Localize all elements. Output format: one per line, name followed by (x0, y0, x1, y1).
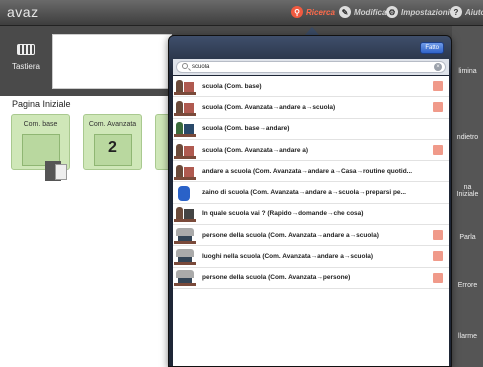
back-button[interactable]: ndietro (452, 134, 483, 141)
search-popover: Fatto × scuola (Com. base) scuola (Com. … (168, 35, 452, 367)
message-box[interactable] (52, 34, 172, 89)
symbol-thumbnail (174, 77, 196, 96)
search-icon: ⚲ (291, 6, 303, 18)
symbol-thumbnail (174, 247, 196, 266)
symbol-thumbnail (174, 226, 196, 245)
symbol-thumbnail (174, 162, 196, 181)
keyboard-button[interactable]: Tastiera (4, 44, 48, 71)
gear-icon: ⚙ (386, 6, 398, 18)
result-row[interactable]: andare a scuola (Com. Avanzata→andare a→… (173, 161, 449, 183)
nav-search-label: Ricerca (306, 7, 335, 17)
speak-button[interactable]: Parla (452, 234, 483, 241)
error-button[interactable]: Errore (452, 282, 483, 289)
folder-tag-icon (433, 144, 443, 155)
nav-help-button[interactable]: ? Aiuto (450, 6, 483, 18)
top-bar: avaz ⚲ Ricerca ✎ Modifica ⚙ Impostazioni… (0, 0, 483, 26)
result-label: scuola (Com. base) (202, 82, 262, 90)
nav-edit-label: Modifica (354, 7, 387, 17)
result-label: andare a scuola (Com. Avanzata→andare a→… (202, 167, 413, 175)
nav-search-button[interactable]: ⚲ Ricerca (291, 6, 335, 18)
result-label: persone della scuola (Com. Avanzata→anda… (202, 231, 379, 239)
folder-tag-icon (433, 230, 443, 241)
app-logo: avaz (7, 4, 39, 20)
result-row[interactable]: scuola (Com. base) (173, 76, 449, 98)
result-label: zaino di scuola (Com. Avanzata→andare a→… (202, 189, 406, 197)
search-input[interactable] (192, 62, 432, 72)
folder-icon (22, 134, 67, 181)
book-icon (45, 161, 67, 181)
result-row[interactable]: persone della scuola (Com. Avanzata→pers… (173, 268, 449, 289)
tile-com-avanzata[interactable]: Com. Avanzata 2 (83, 114, 142, 170)
result-row[interactable]: zaino di scuola (Com. Avanzata→andare a→… (173, 182, 449, 204)
result-row[interactable]: scuola (Com. Avanzata→andare a→scuola) (173, 97, 449, 119)
keyboard-icon (17, 44, 35, 55)
nav-settings-button[interactable]: ⚙ Impostazioni (386, 6, 450, 18)
result-label: scuola (Com. base→andare) (202, 125, 290, 133)
delete-button[interactable]: limina (452, 68, 483, 75)
symbol-thumbnail (174, 98, 196, 117)
tile-number: 2 (108, 139, 117, 156)
result-label: persone della scuola (Com. Avanzata→pers… (202, 274, 351, 282)
result-row[interactable]: scuola (Com. base→andare) (173, 119, 449, 140)
folder-tag-icon (433, 251, 443, 262)
nav-edit-button[interactable]: ✎ Modifica (339, 6, 386, 18)
home-button[interactable]: na Iniziale (452, 184, 483, 198)
page-title: Pagina Iniziale (12, 99, 71, 109)
result-row[interactable]: In quale scuola vai ? (Rapido→domande→ch… (173, 204, 449, 226)
tile-com-base[interactable]: Com. base (11, 114, 70, 181)
help-icon: ? (450, 6, 462, 18)
search-icon (182, 63, 188, 69)
tile-label: Com. base (23, 121, 58, 128)
alarm-button[interactable]: llarme (452, 333, 483, 340)
symbol-thumbnail (174, 141, 196, 160)
backpack-icon (174, 183, 196, 202)
result-label: luoghi nella scuola (Com. Avanzata→andar… (202, 253, 374, 261)
nav-help-label: Aiuto (465, 7, 483, 17)
nav-settings-label: Impostazioni (401, 7, 450, 17)
folder-tag-icon (433, 81, 443, 91)
search-results-list: scuola (Com. base) scuola (Com. Avanzata… (173, 76, 449, 366)
clear-icon[interactable]: × (434, 63, 442, 71)
keyboard-label: Tastiera (11, 62, 40, 71)
folder-tag-icon (433, 102, 443, 113)
result-row[interactable]: persone della scuola (Com. Avanzata→anda… (173, 225, 449, 247)
result-label: scuola (Com. Avanzata→andare a→scuola) (202, 103, 336, 111)
folder-tag-icon (433, 272, 443, 283)
result-row[interactable]: scuola (Com. Avanzata→andare a) (173, 140, 449, 162)
tile-label: Com. Avanzata (88, 121, 137, 128)
symbol-thumbnail (174, 268, 196, 287)
search-bar: × (173, 59, 449, 75)
symbol-thumbnail (174, 119, 196, 138)
right-toolbar: limina ndietro na Iniziale Parla Errore … (452, 26, 483, 367)
done-button[interactable]: Fatto (420, 42, 444, 54)
search-field: × (176, 61, 446, 73)
symbol-thumbnail (174, 204, 196, 223)
result-label: In quale scuola vai ? (Rapido→domande→ch… (202, 210, 364, 218)
result-label: scuola (Com. Avanzata→andare a) (202, 146, 309, 154)
result-row[interactable]: luoghi nella scuola (Com. Avanzata→andar… (173, 246, 449, 268)
edit-icon: ✎ (339, 6, 351, 18)
